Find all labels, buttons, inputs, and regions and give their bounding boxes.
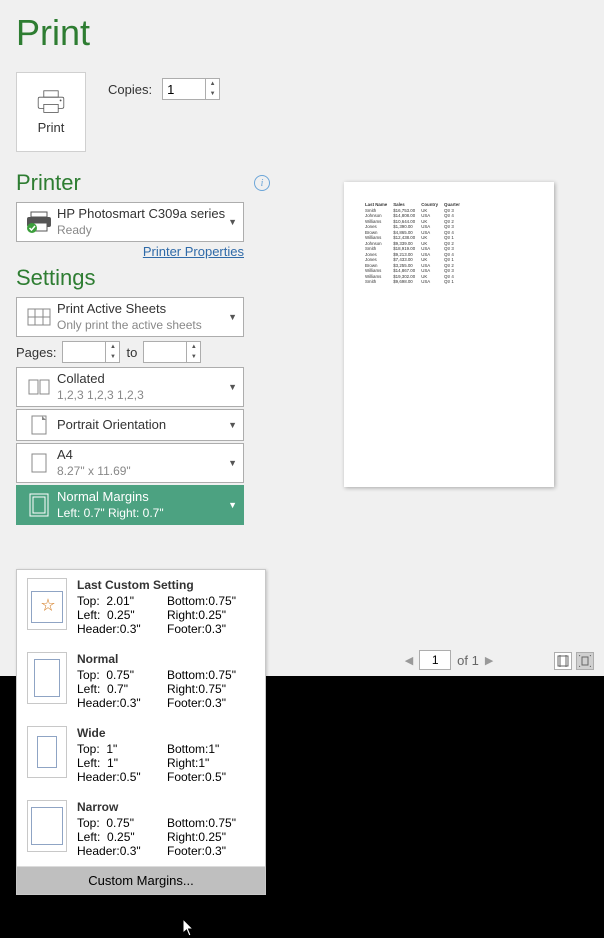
printer-properties-link[interactable]: Printer Properties <box>16 244 244 259</box>
margin-thumb-icon <box>27 726 67 778</box>
pages-from-input[interactable] <box>63 345 103 360</box>
printer-icon <box>34 90 68 114</box>
info-icon[interactable]: i <box>254 175 270 191</box>
grid-icon <box>27 308 51 326</box>
chevron-down-icon: ▼ <box>228 312 239 322</box>
collation-sub: 1,2,3 1,2,3 1,2,3 <box>57 388 228 403</box>
printer-select[interactable]: HP Photosmart C309a series Ready ▼ <box>16 202 244 242</box>
collation-select[interactable]: Collated 1,2,3 1,2,3 1,2,3 ▼ <box>16 367 244 407</box>
margins-menu: Last Custom SettingTop: 2.01"Bottom:0.75… <box>16 569 266 895</box>
margins-main: Normal Margins <box>57 489 228 505</box>
paper-sub: 8.27" x 11.69" <box>57 464 228 479</box>
paper-select[interactable]: A4 8.27" x 11.69" ▼ <box>16 443 244 483</box>
orientation-select[interactable]: Portrait Orientation ▼ <box>16 409 244 441</box>
print-button[interactable]: Print <box>16 72 86 152</box>
printer-heading: Printer <box>16 170 81 196</box>
paper-main: A4 <box>57 447 228 463</box>
margins-select[interactable]: Normal Margins Left: 0.7" Right: 0.7" ▼ <box>16 485 244 525</box>
print-preview: Last NameSalesCountryQuarterSmith$16,753… <box>344 182 554 487</box>
collation-main: Collated <box>57 371 228 387</box>
chevron-down-icon: ▼ <box>228 500 239 510</box>
print-button-label: Print <box>38 120 65 135</box>
copies-stepper[interactable]: ▲▼ <box>162 78 220 100</box>
chevron-down-icon: ▼ <box>228 458 239 468</box>
custom-margins-item[interactable]: Custom Margins... <box>17 866 265 894</box>
margin-option-wide[interactable]: WideTop: 1"Bottom:1"Left: 1"Right:1"Head… <box>17 718 265 792</box>
paper-icon <box>31 453 47 473</box>
margins-icon <box>29 493 49 517</box>
collated-icon <box>27 378 51 396</box>
page-total: of 1 <box>457 653 479 668</box>
cursor-icon <box>182 918 198 938</box>
page-title: Print <box>16 12 278 54</box>
printer-status-icon <box>25 211 53 233</box>
chevron-down-icon: ▼ <box>228 382 239 392</box>
page-number-input[interactable] <box>419 650 451 670</box>
print-what-main: Print Active Sheets <box>57 301 228 317</box>
zoom-to-page-button[interactable] <box>576 652 594 670</box>
copies-label: Copies: <box>108 82 152 97</box>
margin-thumb-icon <box>27 652 67 704</box>
margin-option-narrow[interactable]: NarrowTop: 0.75"Bottom:0.75"Left: 0.25"R… <box>17 792 265 866</box>
next-page-button[interactable]: ▶ <box>485 654 493 667</box>
print-what-sub: Only print the active sheets <box>57 318 228 333</box>
copies-up[interactable]: ▲ <box>206 79 219 89</box>
orientation-main: Portrait Orientation <box>57 417 228 433</box>
show-margins-button[interactable] <box>554 652 572 670</box>
portrait-icon <box>31 415 47 435</box>
printer-status: Ready <box>57 223 228 238</box>
copies-input[interactable] <box>163 82 203 97</box>
pages-label: Pages: <box>16 345 56 360</box>
prev-page-button[interactable]: ◀ <box>405 654 413 667</box>
margin-option-normal[interactable]: NormalTop: 0.75"Bottom:0.75"Left: 0.7"Ri… <box>17 644 265 718</box>
margin-thumb-icon <box>27 578 67 630</box>
margin-thumb-icon <box>27 800 67 852</box>
pages-to-stepper[interactable]: ▲▼ <box>143 341 201 363</box>
pages-to-input[interactable] <box>144 345 184 360</box>
print-what-select[interactable]: Print Active Sheets Only print the activ… <box>16 297 244 337</box>
chevron-down-icon: ▼ <box>228 217 239 227</box>
copies-down[interactable]: ▼ <box>206 89 219 99</box>
chevron-down-icon: ▼ <box>228 420 239 430</box>
printer-name: HP Photosmart C309a series <box>57 206 228 222</box>
pages-from-stepper[interactable]: ▲▼ <box>62 341 120 363</box>
pages-to-label: to <box>126 345 137 360</box>
margins-sub: Left: 0.7" Right: 0.7" <box>57 506 228 521</box>
margin-option-last-custom-setting[interactable]: Last Custom SettingTop: 2.01"Bottom:0.75… <box>17 570 265 644</box>
settings-heading: Settings <box>16 265 96 291</box>
